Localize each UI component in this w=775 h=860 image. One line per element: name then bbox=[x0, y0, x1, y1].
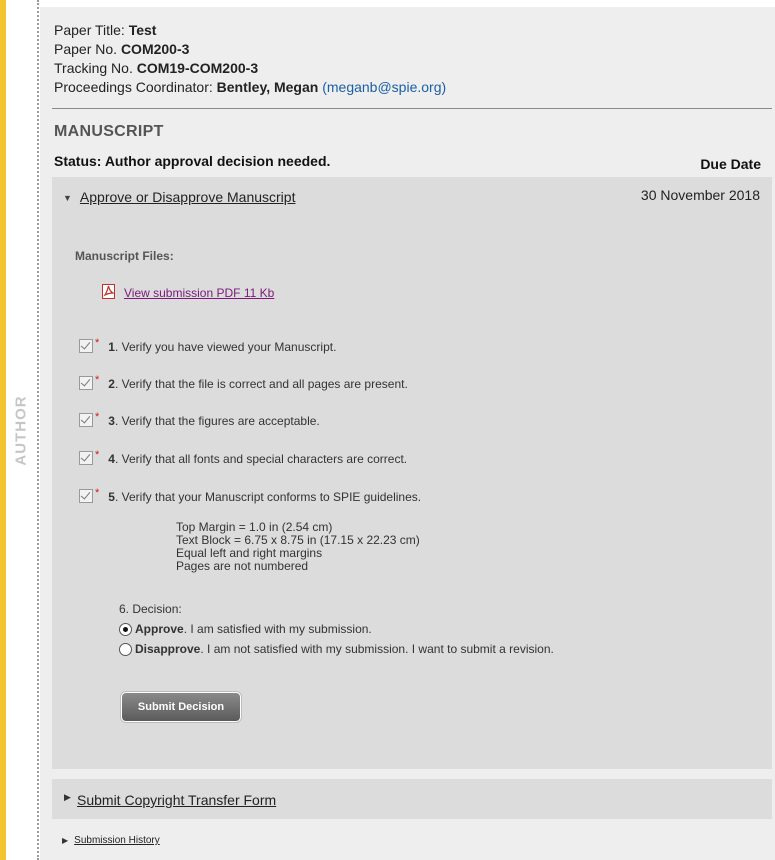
status-text: Status: Author approval decision needed. bbox=[54, 153, 331, 169]
check-text: . Verify that the figures are acceptable… bbox=[114, 414, 320, 428]
check-text: . Verify that the file is correct and al… bbox=[114, 377, 408, 391]
due-date: 30 November 2018 bbox=[640, 187, 760, 203]
check-num: 4 bbox=[108, 452, 115, 466]
check-item-4: * 4. Verify that all fonts and special ch… bbox=[79, 449, 407, 466]
disapprove-option-label: Disapprove bbox=[135, 642, 201, 656]
tracking-value: COM19-COM200-3 bbox=[136, 60, 259, 76]
required-star-icon: * bbox=[95, 487, 100, 499]
guidelines-list: Top Margin = 1.0 in (2.54 cm) Text Block… bbox=[176, 521, 420, 573]
required-star-icon: * bbox=[95, 449, 100, 461]
decision-label: 6. Decision: bbox=[119, 602, 182, 616]
side-label: AUTHOR bbox=[6, 0, 37, 860]
history-row[interactable]: ▶ Submission History bbox=[62, 835, 160, 846]
decision-group: 6. Decision: Approve. I am satisfied wit… bbox=[119, 602, 589, 656]
required-star-icon: * bbox=[95, 374, 100, 386]
pdf-icon bbox=[102, 284, 116, 299]
check-text: . Verify that all fonts and special char… bbox=[114, 452, 408, 466]
paper-no-label: Paper No. bbox=[54, 41, 118, 57]
checkbox-5[interactable] bbox=[79, 489, 93, 503]
manuscript-files-label: Manuscript Files: bbox=[75, 249, 174, 263]
approve-link[interactable]: Approve or Disapprove Manuscript bbox=[80, 189, 296, 205]
submission-history-link[interactable]: Submission History bbox=[74, 835, 160, 846]
coordinator-name: Bentley, Megan bbox=[216, 79, 319, 95]
view-pdf-link[interactable]: View submission PDF 11 Kb bbox=[124, 286, 274, 300]
checkbox-2[interactable] bbox=[79, 376, 93, 390]
check-num: 5 bbox=[108, 490, 115, 504]
guideline-item: Pages are not numbered bbox=[176, 559, 309, 573]
tracking-label: Tracking No. bbox=[54, 60, 133, 76]
disapprove-radio[interactable] bbox=[119, 643, 132, 656]
coordinator-email-link[interactable]: meganb@spie.org bbox=[327, 79, 442, 95]
paper-no-value: COM200-3 bbox=[120, 41, 190, 57]
check-text: . Verify that your Manuscript conforms t… bbox=[114, 490, 422, 504]
checkbox-4[interactable] bbox=[79, 451, 93, 465]
main-content: Paper Title: Test Paper No. COM200-3 Tra… bbox=[40, 7, 775, 860]
checkbox-1[interactable] bbox=[79, 339, 93, 353]
triangle-right-icon: ▶ bbox=[62, 836, 69, 845]
triangle-right-icon: ▶ bbox=[64, 792, 71, 802]
check-item-3: * 3. Verify that the figures are acceptab… bbox=[79, 411, 320, 428]
approve-radio[interactable] bbox=[119, 623, 132, 636]
disapprove-option[interactable]: Disapprove. I am not satisfied with my s… bbox=[119, 642, 589, 656]
required-star-icon: * bbox=[95, 337, 100, 349]
paper-info: Paper Title: Test Paper No. COM200-3 Tra… bbox=[54, 22, 447, 95]
pdf-row: View submission PDF 11 Kb bbox=[102, 282, 274, 300]
approve-panel: ▼ Approve or Disapprove Manuscript 30 Nov… bbox=[52, 177, 772, 769]
check-text: . Verify you have viewed your Manuscript… bbox=[114, 340, 337, 354]
check-item-5: * 5. Verify that your Manuscript conforms… bbox=[79, 487, 421, 504]
approve-option-label: Approve bbox=[135, 622, 184, 636]
copyright-panel[interactable]: ▶ Submit Copyright Transfer Form bbox=[52, 779, 772, 819]
section-title: MANUSCRIPT bbox=[54, 123, 164, 140]
triangle-down-icon: ▼ bbox=[63, 193, 72, 203]
approve-toggle[interactable]: ▼ Approve or Disapprove Manuscript bbox=[63, 189, 295, 205]
check-num: 2 bbox=[108, 377, 115, 391]
submit-decision-button[interactable]: Submit Decision bbox=[121, 692, 241, 722]
due-date-header: Due Date bbox=[700, 156, 761, 172]
copyright-link[interactable]: Submit Copyright Transfer Form bbox=[77, 792, 276, 808]
checkbox-3[interactable] bbox=[79, 413, 93, 427]
check-item-1: * 1. Verify you have viewed your Manuscri… bbox=[79, 337, 336, 354]
coordinator-label: Proceedings Coordinator: bbox=[54, 79, 213, 95]
approve-option-text: . I am satisfied with my submission. bbox=[183, 622, 372, 636]
paper-title-value: Test bbox=[128, 22, 157, 38]
check-item-2: * 2. Verify that the file is correct and … bbox=[79, 374, 408, 391]
required-star-icon: * bbox=[95, 411, 100, 423]
check-num: 1 bbox=[108, 340, 115, 354]
disapprove-option-text: . I am not satisfied with my submission.… bbox=[200, 642, 554, 656]
paper-title-label: Paper Title: bbox=[54, 22, 125, 38]
separator bbox=[52, 108, 772, 109]
divider bbox=[37, 0, 39, 860]
approve-option[interactable]: Approve. I am satisfied with my submissi… bbox=[119, 622, 589, 636]
author-label: AUTHOR bbox=[13, 394, 31, 466]
check-num: 3 bbox=[108, 414, 115, 428]
